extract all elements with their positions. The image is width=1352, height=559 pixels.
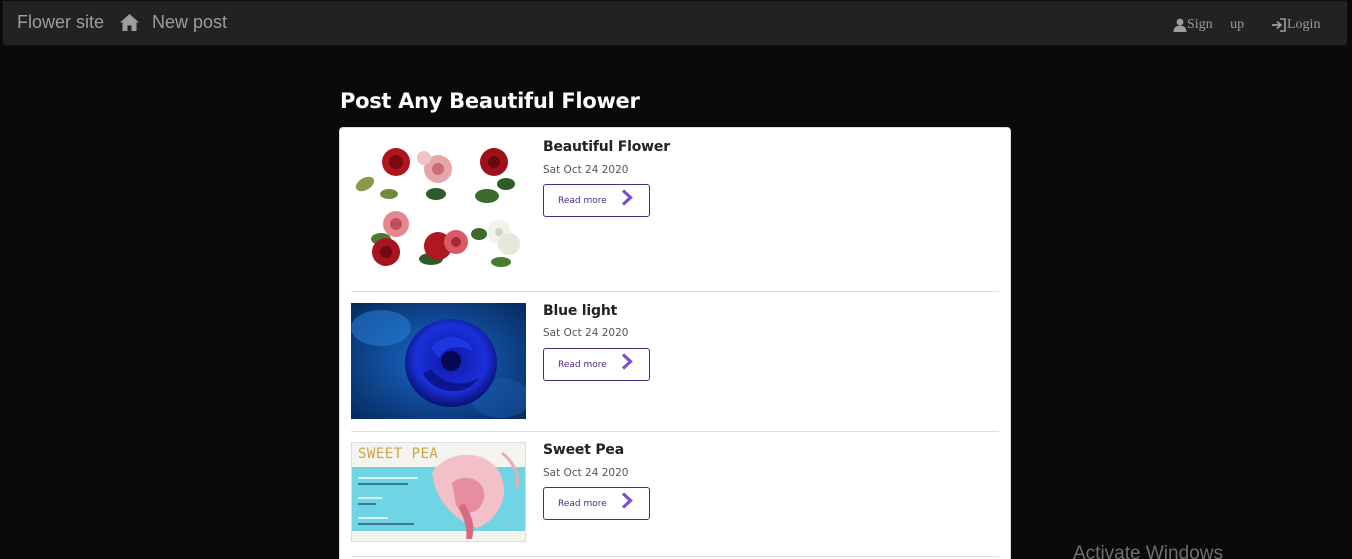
read-more-button[interactable]: Read more (543, 348, 650, 381)
sweet-pea-image-label: SWEET PEA (358, 446, 439, 462)
top-navbar: Flower site New post Sign up Login (2, 0, 1348, 46)
read-more-label: Read more (558, 499, 607, 509)
post-title[interactable]: Sweet Pea (543, 442, 624, 458)
read-more-label: Read more (558, 196, 607, 206)
new-post-link[interactable]: New post (152, 12, 227, 33)
user-icon (1173, 18, 1187, 32)
login-icon (1272, 18, 1286, 32)
home-icon[interactable] (119, 13, 140, 32)
read-more-button[interactable]: Read more (543, 487, 650, 520)
divider (351, 556, 999, 557)
post-thumbnail[interactable] (351, 303, 526, 419)
post-date: Sat Oct 24 2020 (543, 327, 629, 339)
post-title[interactable]: Beautiful Flower (543, 139, 670, 155)
blue-rose-image (351, 303, 526, 419)
post-list-card: Beautiful Flower Sat Oct 24 2020 Read mo… (339, 127, 1011, 559)
login-link[interactable]: Login (1271, 17, 1320, 33)
chevron-right-icon (621, 492, 633, 509)
list-item: Blue light Sat Oct 24 2020 Read more (351, 292, 999, 431)
chevron-right-icon (621, 189, 633, 206)
read-more-label: Read more (558, 360, 607, 370)
post-thumbnail[interactable]: SWEET PEA (351, 442, 526, 542)
read-more-button[interactable]: Read more (543, 184, 650, 217)
roses-image (355, 148, 520, 267)
chevron-right-icon (621, 353, 633, 370)
list-item: SWEET PEA Sweet Pea Sat Oct 24 2020 Read… (351, 432, 999, 556)
post-date: Sat Oct 24 2020 (543, 467, 629, 479)
page-title: Post Any Beautiful Flower (340, 89, 640, 113)
list-item: Beautiful Flower Sat Oct 24 2020 Read mo… (351, 128, 999, 291)
login-label: Login (1287, 17, 1321, 32)
signup-link[interactable]: Sign up (1173, 17, 1244, 33)
post-thumbnail[interactable] (351, 144, 526, 274)
post-title[interactable]: Blue light (543, 303, 617, 319)
activate-windows-watermark: Activate Windows (1073, 543, 1223, 559)
brand-link[interactable]: Flower site (17, 12, 104, 33)
signup-label: Sign up (1187, 17, 1245, 32)
post-date: Sat Oct 24 2020 (543, 164, 629, 176)
